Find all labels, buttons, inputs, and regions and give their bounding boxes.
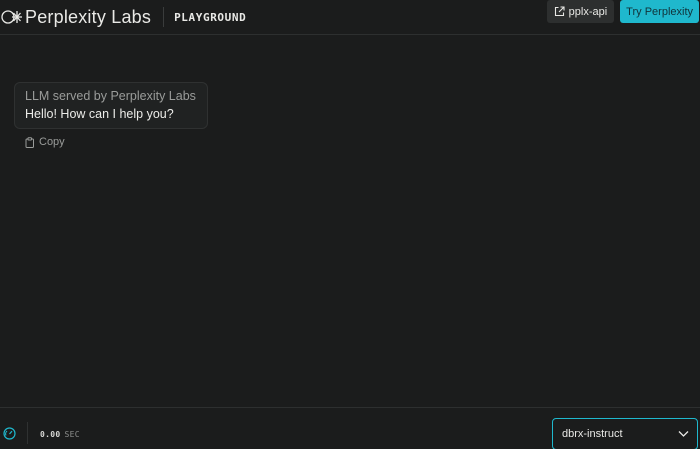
brand-name: Perplexity Labs	[25, 6, 152, 27]
perplexity-logo-icon	[1, 7, 23, 27]
message-sender: LLM served by Perplexity Labs	[25, 89, 196, 103]
model-select[interactable]: dbrx-instruct	[552, 418, 698, 449]
model-select-value: dbrx-instruct	[562, 428, 623, 440]
external-link-icon	[554, 6, 565, 17]
message-text: Hello! How can I help you?	[25, 107, 174, 121]
pplx-api-button[interactable]: pplx-api	[546, 0, 615, 23]
timer-unit: SEC	[64, 430, 80, 439]
try-perplexity-label: Try Perplexity	[626, 5, 693, 18]
bottom-bar: 0.00 SEC dbrx-instruct	[0, 407, 700, 449]
copy-button[interactable]: Copy	[25, 136, 65, 148]
header-actions: pplx-api Try Perplexity	[546, 0, 699, 23]
brand-logo[interactable]: Perplexity Labs	[1, 5, 151, 29]
section-label: PLAYGROUND	[174, 10, 247, 24]
pplx-api-label: pplx-api	[568, 5, 608, 18]
response-timer: 0.00 SEC	[40, 430, 80, 439]
try-perplexity-button[interactable]: Try Perplexity	[620, 0, 699, 23]
timer-value: 0.00	[40, 430, 61, 439]
top-bar: Perplexity Labs PLAYGROUND pplx-api Try …	[0, 0, 700, 35]
chevron-down-icon	[678, 431, 689, 437]
footer-divider	[27, 422, 28, 444]
assistant-message: LLM served by Perplexity Labs Hello! How…	[14, 82, 208, 129]
copy-label: Copy	[39, 136, 65, 148]
app-window: Perplexity Labs PLAYGROUND pplx-api Try …	[0, 0, 700, 449]
gauge-icon[interactable]	[3, 427, 16, 440]
clipboard-icon	[25, 136, 34, 148]
header-divider	[163, 7, 165, 27]
